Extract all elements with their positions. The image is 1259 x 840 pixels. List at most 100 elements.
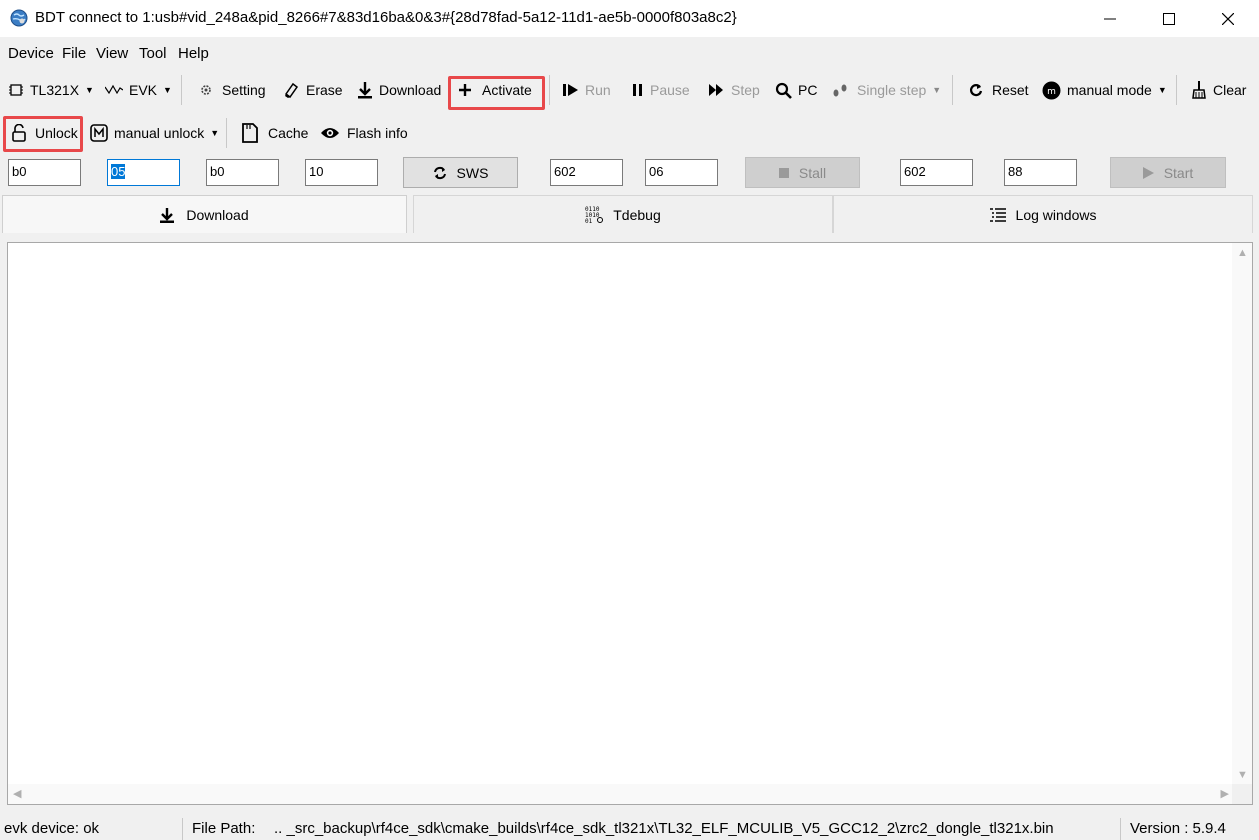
setting-button[interactable]: Setting [199, 77, 266, 103]
pc-label: PC [798, 82, 818, 98]
erase-button[interactable]: Erase [282, 77, 343, 103]
refresh-icon [433, 166, 446, 179]
step-button[interactable]: Step [709, 77, 760, 103]
status-separator [1120, 818, 1121, 840]
pc-button[interactable]: PC [775, 77, 817, 103]
reset-icon [969, 84, 983, 97]
version-label: Version : 5.9.4 [1130, 820, 1226, 837]
tab-download-label: Download [186, 206, 249, 223]
toolbar-separator [1176, 75, 1177, 105]
unlock-button[interactable]: Unlock [12, 120, 78, 146]
horizontal-scrollbar[interactable]: ◀ ▶ [8, 784, 1234, 804]
unlock-label: Unlock [35, 125, 78, 141]
pause-label: Pause [650, 82, 690, 98]
erase-label: Erase [306, 82, 343, 98]
chevron-down-icon: ▼ [1157, 85, 1167, 95]
tab-download[interactable]: Download [2, 195, 407, 233]
clear-label: Clear [1213, 82, 1247, 98]
menu-help[interactable]: Help [178, 45, 209, 62]
maximize-icon [1163, 12, 1175, 25]
run-button[interactable]: Run [563, 77, 611, 103]
mode-label: manual mode [1067, 82, 1152, 98]
footsteps-icon [833, 84, 847, 97]
cache-button[interactable]: Cache [242, 120, 308, 146]
log-output-area[interactable]: ▲ ▼ ◀ ▶ [7, 242, 1253, 805]
eraser-icon [284, 82, 299, 99]
field-value: 88 [1008, 164, 1023, 179]
download-button[interactable]: Download [357, 77, 441, 103]
menu-bar: Device File View Tool Help [0, 37, 1259, 69]
board-label: EVK [129, 82, 158, 98]
manual-unlock-select[interactable]: manual unlock ▼ [90, 120, 219, 146]
field-input-2[interactable]: 05 [107, 159, 180, 186]
stop-icon [778, 167, 789, 178]
download-label: Download [379, 82, 442, 98]
toolbar-separator [549, 75, 550, 105]
field-value: 602 [904, 164, 926, 179]
field-input-3[interactable]: b0 [206, 159, 279, 186]
chevron-down-icon: ▼ [210, 128, 220, 138]
sws-button[interactable]: SWS [403, 157, 518, 188]
manual-unlock-label: manual unlock [114, 125, 205, 141]
toolbar-separator [181, 75, 182, 105]
field-input-8[interactable]: 88 [1004, 159, 1077, 186]
field-value-selected: 05 [111, 164, 126, 179]
tab-log-windows[interactable]: Log windows [833, 195, 1253, 233]
start-button[interactable]: Start [1110, 157, 1226, 188]
reset-button[interactable]: Reset [969, 77, 1029, 103]
eye-icon [321, 128, 339, 138]
single-step-button[interactable]: Single step ▼ [831, 77, 941, 103]
chevron-down-icon: ▼ [163, 85, 172, 95]
tab-log-label: Log windows [1015, 206, 1097, 223]
vertical-scrollbar[interactable]: ▲ ▼ [1232, 243, 1252, 785]
stall-button[interactable]: Stall [745, 157, 860, 188]
cache-label: Cache [268, 125, 309, 141]
board-select[interactable]: EVK ▼ [105, 77, 172, 103]
scroll-down-icon[interactable]: ▼ [1237, 769, 1248, 781]
mode-icon: m [1042, 81, 1061, 99]
broom-icon [1192, 81, 1206, 99]
menu-view[interactable]: View [96, 45, 128, 62]
title-bar: BDT connect to 1:usb#vid_248a&pid_8266#7… [0, 0, 1259, 37]
field-input-5[interactable]: 602 [550, 159, 623, 186]
minimize-button[interactable] [1080, 0, 1140, 37]
single-step-label: Single step [857, 82, 927, 98]
mode-select[interactable]: m manual mode ▼ [1042, 77, 1167, 103]
clear-button[interactable]: Clear [1191, 77, 1246, 103]
minimize-icon [1104, 18, 1116, 19]
tab-tdebug[interactable]: 0110 1010 01 Tdebug [413, 195, 833, 233]
scroll-up-icon[interactable]: ▲ [1237, 247, 1248, 259]
padlock-open-icon [12, 124, 26, 142]
field-value: 10 [309, 164, 324, 179]
step-label: Step [731, 82, 760, 98]
field-input-7[interactable]: 602 [900, 159, 973, 186]
field-input-1[interactable]: b0 [8, 159, 81, 186]
secondary-toolbar: Unlock manual unlock ▼ Cache Flash info [0, 112, 1259, 154]
svg-text:01: 01 [585, 218, 593, 225]
setting-label: Setting [222, 82, 266, 98]
main-toolbar: TL321X ▼ EVK ▼ Setting Erase Download Ac… [0, 70, 1259, 110]
status-separator [182, 818, 183, 840]
menu-device[interactable]: Device [8, 45, 54, 62]
m-box-icon [90, 124, 108, 142]
field-input-6[interactable]: 06 [645, 159, 718, 186]
close-button[interactable] [1198, 0, 1258, 37]
pause-button[interactable]: Pause [632, 77, 690, 103]
field-input-4[interactable]: 10 [305, 159, 378, 186]
flash-info-button[interactable]: Flash info [320, 120, 408, 146]
scroll-right-icon[interactable]: ▶ [1221, 787, 1229, 800]
play-icon [1142, 166, 1154, 179]
list-icon [989, 207, 1006, 222]
scroll-left-icon[interactable]: ◀ [13, 787, 21, 800]
chip-select[interactable]: TL321X ▼ [8, 77, 94, 103]
menu-tool[interactable]: Tool [139, 45, 167, 62]
toolbar-separator [952, 75, 953, 105]
plus-icon [459, 84, 471, 96]
binary-icon: 0110 1010 01 [585, 206, 604, 225]
menu-file[interactable]: File [62, 45, 86, 62]
field-value: b0 [12, 164, 27, 179]
chevron-down-icon: ▼ [85, 85, 94, 95]
activate-button[interactable]: Activate [459, 77, 532, 103]
maximize-button[interactable] [1139, 0, 1199, 37]
file-path-label: File Path: [192, 820, 256, 837]
